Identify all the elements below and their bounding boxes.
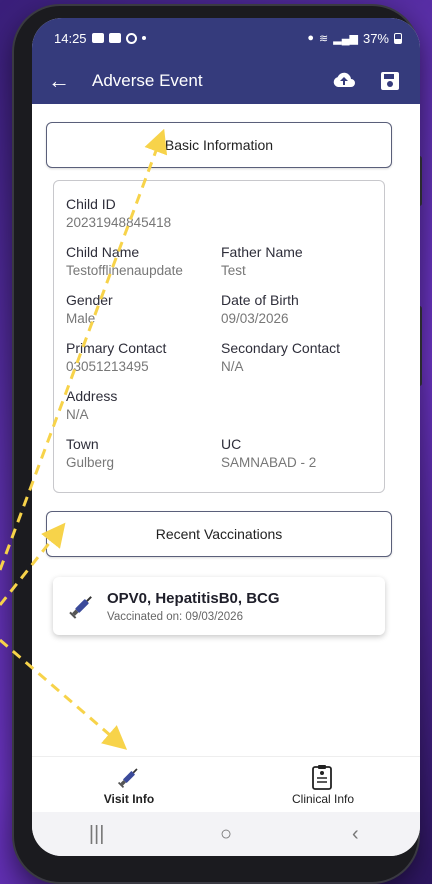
- primary-contact-label: Primary Contact: [66, 340, 167, 356]
- child-id-field: Child ID 20231948845418: [66, 195, 381, 233]
- status-bar: 14:25 ● ≋ ▂▄▆ 37%: [32, 18, 420, 58]
- child-id-value: 20231948845418: [66, 215, 172, 230]
- more-dot-icon: [141, 36, 146, 40]
- uc-value: SAMNABAD - 2: [221, 455, 317, 470]
- secondary-contact-value: N/A: [221, 359, 244, 374]
- basic-info-card: Child ID 20231948845418 Child Name Testo…: [53, 180, 385, 493]
- dnd-icon: [125, 32, 137, 44]
- father-name-label: Father Name: [221, 244, 303, 260]
- battery-icon: [394, 32, 402, 44]
- town-field: Town Gulberg: [66, 435, 221, 473]
- phone-frame: 14:25 ● ≋ ▂▄▆ 37% ← Adverse Event Basic …: [14, 6, 422, 882]
- address-label: Address: [66, 388, 118, 404]
- system-nav-bar: ||| ○ ‹: [32, 812, 420, 856]
- gender-field: Gender Male: [66, 291, 221, 329]
- clipboard-icon: [310, 764, 336, 790]
- cloud-status-icon: [108, 33, 121, 43]
- main-content: Basic Information Child ID 2023194884541…: [32, 104, 420, 635]
- town-label: Town: [66, 436, 99, 452]
- uc-field: UC SAMNABAD - 2: [221, 435, 381, 473]
- father-name-value: Test: [221, 263, 246, 278]
- app-screen: 14:25 ● ≋ ▂▄▆ 37% ← Adverse Event Basic …: [32, 18, 420, 856]
- vaccination-card[interactable]: OPV0, HepatitisB0, BCG Vaccinated on: 09…: [53, 577, 385, 635]
- child-id-label: Child ID: [66, 196, 116, 212]
- nav-clinical-info-label: Clinical Info: [291, 791, 355, 806]
- status-time: 14:25: [54, 30, 87, 46]
- recent-apps-icon[interactable]: |||: [77, 823, 117, 846]
- nav-visit-info-label: Visit Info: [103, 791, 155, 806]
- battery-percent: 37%: [362, 30, 389, 46]
- dob-field: Date of Birth 09/03/2026: [221, 291, 381, 329]
- home-icon[interactable]: ○: [206, 823, 246, 846]
- arrow-left-icon[interactable]: ←: [48, 68, 78, 94]
- signal-icon: ▂▄▆: [333, 32, 358, 45]
- page-title: Adverse Event: [92, 71, 203, 90]
- bottom-nav: Visit Info Clinical Info: [32, 756, 420, 812]
- nav-clinical-info[interactable]: Clinical Info: [226, 757, 420, 812]
- uc-label: UC: [221, 436, 242, 452]
- syringe-icon: [67, 591, 97, 621]
- basic-information-button[interactable]: Basic Information: [46, 122, 392, 168]
- child-name-label: Child Name: [66, 244, 140, 260]
- notification-icon: [91, 33, 104, 43]
- nav-visit-info[interactable]: Visit Info: [32, 757, 226, 812]
- vaccination-date: Vaccinated on: 09/03/2026: [107, 610, 243, 623]
- cloud-upload-icon[interactable]: [328, 65, 360, 97]
- wifi-icon: ≋: [319, 32, 329, 45]
- primary-contact-value: 03051213495: [66, 359, 149, 374]
- syringe-icon: [116, 764, 142, 790]
- vaccine-names: OPV0, HepatitisB0, BCG: [107, 589, 280, 607]
- secondary-contact-label: Secondary Contact: [221, 340, 341, 356]
- primary-contact-field: Primary Contact 03051213495: [66, 339, 221, 377]
- dob-label: Date of Birth: [221, 292, 299, 308]
- recent-vaccinations-button[interactable]: Recent Vaccinations: [46, 511, 392, 557]
- father-name-field: Father Name Test: [221, 243, 381, 281]
- app-bar: ← Adverse Event: [32, 58, 420, 104]
- address-value: N/A: [66, 407, 89, 422]
- child-name-field: Child Name Testofflinenaupdate: [66, 243, 221, 281]
- child-name-value: Testofflinenaupdate: [66, 263, 183, 278]
- back-icon[interactable]: ‹: [335, 823, 375, 846]
- address-field: Address N/A: [66, 387, 381, 425]
- save-icon[interactable]: [374, 65, 406, 97]
- dob-value: 09/03/2026: [221, 311, 289, 326]
- town-value: Gulberg: [66, 455, 115, 470]
- location-icon: ●: [307, 32, 315, 44]
- gender-label: Gender: [66, 292, 113, 308]
- gender-value: Male: [66, 311, 96, 326]
- secondary-contact-field: Secondary Contact N/A: [221, 339, 381, 377]
